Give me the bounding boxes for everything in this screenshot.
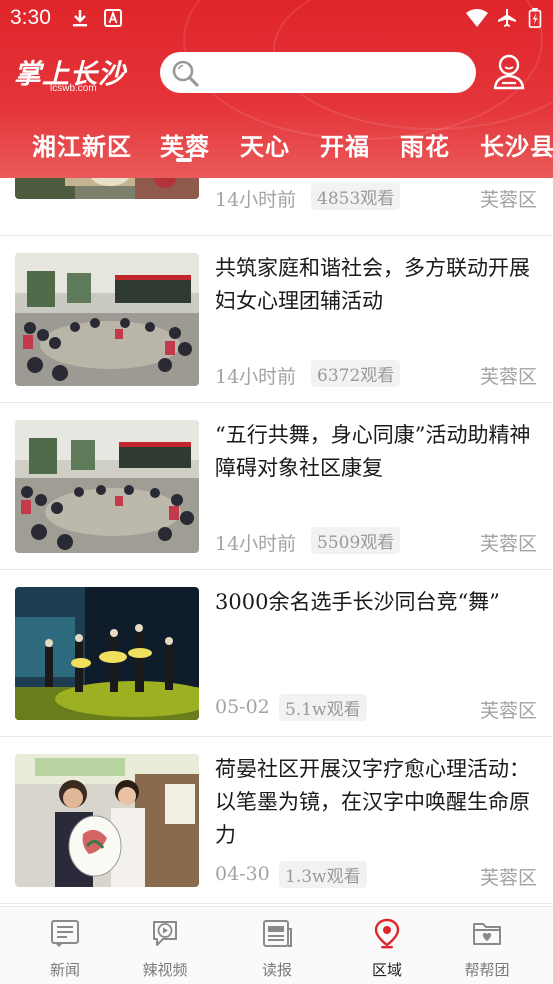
download-icon xyxy=(73,10,87,27)
tab-kaifu[interactable]: 开福 xyxy=(320,127,370,161)
nav-news[interactable]: 新闻 xyxy=(25,907,105,984)
tab-xiangjiang[interactable]: 湘江新区 xyxy=(32,127,132,161)
app-notification-icon xyxy=(104,9,122,27)
item-time: 14小时前 xyxy=(215,533,297,555)
active-tab-indicator xyxy=(176,158,192,162)
tab-furong[interactable]: 芙蓉 xyxy=(160,127,210,161)
user-profile-icon[interactable] xyxy=(490,52,528,92)
nav-label: 区域 xyxy=(371,961,402,979)
nav-helpgroup[interactable]: 帮帮团 xyxy=(447,907,527,984)
item-title: 荷晏社区开展汉字疗愈心理活动：以笔墨为镜，在汉字中唤醒生命原力 xyxy=(215,757,530,847)
nav-label: 辣视频 xyxy=(142,961,188,979)
news-thumbnail xyxy=(15,420,199,553)
nav-label: 新闻 xyxy=(49,961,80,979)
region-tabs: 湘江新区 芙蓉 天心 开福 雨花 长沙县 xyxy=(0,120,553,170)
item-views: 4853观看 xyxy=(311,183,401,210)
video-icon xyxy=(153,921,177,946)
list-item[interactable]: 荷晏社区开展汉字疗愈心理活动：以笔墨为镜，在汉字中唤醒生命原力 04-30 1.… xyxy=(0,737,553,904)
item-views: 5.1w观看 xyxy=(279,694,367,721)
bottom-nav: 新闻 辣视频 读报 区域 帮帮团 xyxy=(0,906,553,984)
nav-region[interactable]: 区域 xyxy=(347,907,427,984)
nav-newspaper[interactable]: 读报 xyxy=(237,907,317,984)
status-time: 3:30 xyxy=(10,6,51,29)
item-views: 5509观看 xyxy=(311,527,401,554)
item-views: 1.3w观看 xyxy=(279,861,367,888)
tab-changshaxian[interactable]: 长沙县 xyxy=(480,127,553,161)
item-region: 芙蓉区 xyxy=(479,700,537,722)
location-icon xyxy=(374,918,400,949)
item-time: 04-30 xyxy=(215,863,270,885)
list-item[interactable]: 14小时前 4853观看 芙蓉区 xyxy=(0,178,553,236)
item-title: 3000余名选手长沙同台竞“舞” xyxy=(215,590,500,614)
item-region: 芙蓉区 xyxy=(479,867,537,889)
item-time: 05-02 xyxy=(215,696,270,718)
status-bar: 3:30 xyxy=(0,0,553,38)
search-icon xyxy=(172,60,199,87)
news-thumbnail xyxy=(15,253,199,386)
app-header: 3:30 掌上长沙 lcswb.com 湘江新区 芙蓉 天心 开福 雨花 长沙县 xyxy=(0,0,553,178)
item-time: 14小时前 xyxy=(215,189,297,211)
logo-domain: lcswb.com xyxy=(50,83,97,94)
news-thumbnail xyxy=(15,178,199,199)
tab-tianxin[interactable]: 天心 xyxy=(240,127,290,161)
news-thumbnail xyxy=(15,754,199,887)
list-item[interactable]: “五行共舞，身心同康”活动助精神障碍对象社区康复 14小时前 5509观看 芙蓉… xyxy=(0,403,553,570)
item-views: 6372观看 xyxy=(311,360,401,387)
list-item[interactable]: 共筑家庭和谐社会，多方联动开展妇女心理团辅活动 14小时前 6372观看 芙蓉区 xyxy=(0,236,553,403)
wifi-icon xyxy=(466,9,488,27)
nav-label: 读报 xyxy=(261,961,292,979)
newspaper-icon xyxy=(263,920,292,947)
battery-icon xyxy=(528,8,542,28)
news-icon xyxy=(51,920,79,947)
item-region: 芙蓉区 xyxy=(479,366,537,388)
nav-label: 帮帮团 xyxy=(464,961,510,979)
news-list[interactable]: 14小时前 4853观看 芙蓉区 共筑家庭和谐社会，多方联动开展妇女心理团辅活动… xyxy=(0,178,553,906)
news-thumbnail xyxy=(15,587,199,720)
item-title: 共筑家庭和谐社会，多方联动开展妇女心理团辅活动 xyxy=(215,256,530,313)
app-logo: 掌上长沙 lcswb.com xyxy=(14,52,144,96)
tab-yuhua[interactable]: 雨花 xyxy=(400,127,450,161)
search-input[interactable] xyxy=(160,52,476,93)
item-title: “五行共舞，身心同康”活动助精神障碍对象社区康复 xyxy=(215,423,531,480)
list-item[interactable]: 3000余名选手长沙同台竞“舞” 05-02 5.1w观看 芙蓉区 xyxy=(0,570,553,737)
airplane-mode-icon xyxy=(498,9,516,27)
item-time: 14小时前 xyxy=(215,366,297,388)
nav-video[interactable]: 辣视频 xyxy=(125,907,205,984)
item-region: 芙蓉区 xyxy=(479,189,537,211)
item-region: 芙蓉区 xyxy=(479,533,537,555)
folder-heart-icon xyxy=(473,923,501,945)
